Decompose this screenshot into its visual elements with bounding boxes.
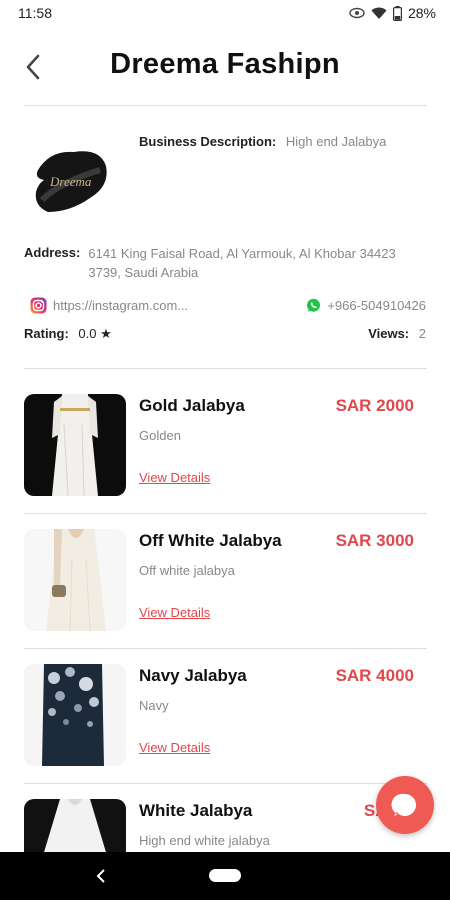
whatsapp-icon bbox=[307, 298, 321, 312]
status-time: 11:58 bbox=[18, 5, 52, 21]
product-name: White Jalabya bbox=[139, 801, 253, 820]
product-card[interactable]: Off White Jalabya SAR 3000 Off white jal… bbox=[24, 529, 426, 639]
product-name: Off White Jalabya bbox=[139, 531, 282, 550]
battery-icon bbox=[392, 5, 402, 21]
view-details-link[interactable]: View Details bbox=[139, 605, 210, 620]
contact-row: https://instagram.com... +966-504910426 bbox=[30, 295, 426, 315]
whatsapp-link[interactable]: +966-504910426 bbox=[306, 298, 426, 313]
description-label: Business Description: bbox=[139, 134, 277, 149]
info-divider bbox=[24, 368, 427, 369]
views: Views: 2 bbox=[368, 326, 426, 344]
product-price: SAR 3000 bbox=[335, 531, 414, 550]
description-value: High end Jalabya bbox=[285, 134, 387, 149]
whatsapp-number: +966-504910426 bbox=[327, 297, 426, 313]
product-card[interactable]: Navy Jalabya SAR 4000 Navy View Details bbox=[24, 664, 426, 774]
nav-home-button[interactable] bbox=[209, 869, 241, 882]
nav-back-button[interactable] bbox=[90, 865, 112, 887]
rating: Rating: 0.0 ★ bbox=[24, 326, 112, 344]
header: Dreema Fashipn bbox=[0, 40, 450, 96]
eye-icon bbox=[349, 7, 365, 19]
logo-text: Dreema bbox=[49, 174, 92, 189]
instagram-url: https://instagram.com... bbox=[53, 297, 189, 313]
rating-row: Rating: 0.0 ★ Views: 2 bbox=[24, 326, 426, 344]
view-details-link[interactable]: View Details bbox=[139, 470, 210, 485]
product-subtitle: Off white jalabya bbox=[139, 563, 235, 578]
status-bar: 11:58 28% bbox=[0, 0, 450, 26]
product-subtitle: Navy bbox=[139, 698, 169, 713]
instagram-icon bbox=[30, 297, 47, 313]
product-image bbox=[24, 664, 126, 766]
business-logo: Dreema bbox=[30, 140, 112, 222]
chat-bubble-icon bbox=[391, 793, 416, 816]
product-image bbox=[24, 394, 126, 496]
product-price: SAR 2000 bbox=[335, 396, 414, 415]
product-card[interactable]: Gold Jalabya SAR 2000 Golden View Detail… bbox=[24, 394, 426, 504]
instagram-link[interactable]: https://instagram.com... bbox=[30, 297, 188, 314]
system-nav-bar bbox=[0, 852, 450, 900]
page-title: Dreema Fashipn bbox=[110, 48, 340, 80]
product-divider bbox=[24, 648, 427, 649]
product-subtitle: Golden bbox=[139, 428, 181, 443]
address-label: Address: bbox=[24, 245, 81, 260]
status-icons: 28% bbox=[349, 5, 436, 21]
view-details-link[interactable]: View Details bbox=[139, 740, 210, 755]
rating-value: 0.0 ★ bbox=[78, 326, 112, 341]
product-name: Gold Jalabya bbox=[139, 396, 245, 415]
business-address: Address: 6141 King Faisal Road, Al Yarmo… bbox=[24, 245, 424, 282]
views-value: 2 bbox=[418, 326, 426, 341]
wifi-icon bbox=[371, 7, 387, 19]
chat-button[interactable] bbox=[376, 776, 434, 834]
rating-label: Rating: bbox=[24, 326, 69, 341]
views-label: Views: bbox=[368, 326, 410, 341]
product-price: SAR 4000 bbox=[335, 666, 414, 685]
product-name: Navy Jalabya bbox=[139, 666, 247, 685]
product-divider bbox=[24, 783, 427, 784]
product-divider bbox=[24, 513, 427, 514]
nav-back-icon bbox=[96, 869, 105, 883]
product-subtitle: High end white jalabya bbox=[139, 833, 270, 848]
business-description: Business Description: High end Jalabya bbox=[139, 134, 386, 149]
product-image bbox=[24, 529, 126, 631]
header-divider bbox=[24, 105, 427, 106]
address-value: 6141 King Faisal Road, Al Yarmouk, Al Kh… bbox=[88, 246, 396, 280]
battery-percent: 28% bbox=[407, 5, 436, 21]
